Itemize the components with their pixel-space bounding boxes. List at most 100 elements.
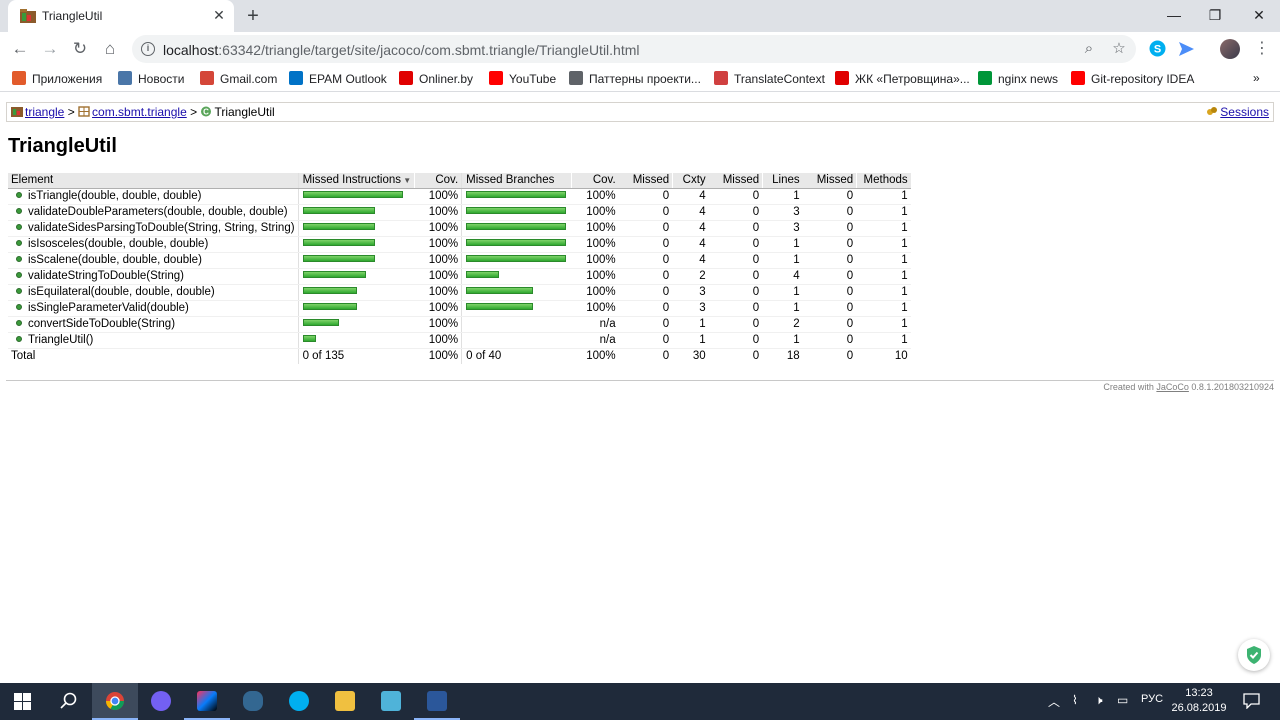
translate-icon <box>714 71 728 85</box>
method-icon <box>16 272 22 278</box>
chrome-menu-icon[interactable]: ⋮ <box>1254 38 1270 60</box>
element-cell[interactable]: validateSidesParsingToDouble(String, Str… <box>8 220 299 237</box>
window-close-button[interactable]: ✕ <box>1248 4 1270 26</box>
site-info-icon[interactable]: i <box>141 42 155 56</box>
windows-taskbar: ︿ ⌇ 🕨 ▭ РУС 13:23 26.08.2019 <box>0 683 1280 720</box>
bookmark-item[interactable]: Git-repository IDEA <box>1071 71 1194 87</box>
more-bookmarks-icon[interactable]: » <box>1253 71 1260 87</box>
minimize-button[interactable]: — <box>1163 4 1185 26</box>
url-text[interactable]: localhost:63342/triangle/target/site/jac… <box>163 42 640 58</box>
coverage-bar <box>466 287 534 294</box>
element-cell[interactable]: isScalene(double, double, double) <box>8 252 299 269</box>
notepad-taskbar-icon[interactable] <box>368 683 414 720</box>
sessions-link[interactable]: Sessions <box>1220 105 1269 119</box>
header-label: Lines <box>772 174 800 187</box>
forward-button[interactable]: → <box>39 38 61 60</box>
header-branch-cov[interactable]: Cov. <box>571 173 619 189</box>
bookmark-star-icon[interactable]: ☆ <box>1110 40 1128 58</box>
windows-start-icon[interactable] <box>0 683 46 720</box>
viber-taskbar-icon[interactable] <box>138 683 184 720</box>
bookmark-item[interactable]: Onliner.by <box>399 71 473 87</box>
word-taskbar-icon[interactable] <box>414 683 460 720</box>
wifi-icon[interactable]: ⌇ <box>1072 693 1078 707</box>
bookmark-item[interactable]: Приложения <box>12 71 102 87</box>
branch-cov-cell: 100% <box>571 220 619 237</box>
header-missed-methods[interactable]: Missed <box>802 173 857 189</box>
profile-avatar[interactable] <box>1220 39 1240 59</box>
tab-close-icon[interactable]: ✕ <box>211 7 227 23</box>
bookmark-item[interactable]: Gmail.com <box>200 71 277 87</box>
skype-extension-icon[interactable]: S <box>1149 40 1166 57</box>
missed-lines-cell: 0 <box>708 252 763 269</box>
clock[interactable]: 13:23 26.08.2019 <box>1166 686 1232 716</box>
element-cell[interactable]: isEquilateral(double, double, double) <box>8 284 299 301</box>
element-cell[interactable]: validateDoubleParameters(double, double,… <box>8 204 299 221</box>
element-cell[interactable]: convertSideToDouble(String) <box>8 316 299 333</box>
postgres-taskbar-icon[interactable] <box>230 683 276 720</box>
method-icon <box>16 256 22 262</box>
header-cxty[interactable]: Cxty <box>672 173 709 189</box>
notifications-icon[interactable] <box>1243 693 1260 709</box>
skype-taskbar-icon[interactable] <box>276 683 322 720</box>
bookmark-item[interactable]: TranslateContext <box>714 71 825 87</box>
methods-cell: 1 <box>856 220 911 237</box>
header-lines[interactable]: Lines <box>762 173 803 189</box>
header-label: Missed <box>722 174 760 187</box>
address-bar[interactable]: i localhost:63342/triangle/target/site/j… <box>132 35 1136 63</box>
missed-methods-cell: 0 <box>802 204 857 221</box>
header-instr-cov[interactable]: Cov. <box>414 173 462 189</box>
report-page: triangle > com.sbmt.triangle > C Triangle… <box>0 93 1280 683</box>
tab-title: TriangleUtil <box>42 9 103 23</box>
send-extension-icon[interactable] <box>1178 41 1195 57</box>
coverage-bar <box>302 255 375 262</box>
element-cell[interactable]: isIsosceles(double, double, double) <box>8 236 299 253</box>
bookmark-item[interactable]: EPAM Outlook <box>289 71 387 87</box>
missed-cxty-cell: 0 <box>618 300 673 317</box>
header-missed-lines[interactable]: Missed <box>708 173 763 189</box>
branch-cov-cell: 100% <box>571 188 619 205</box>
branches-bar-cell <box>461 268 572 285</box>
tray-expand-icon[interactable]: ︿ <box>1048 693 1060 710</box>
file-explorer-taskbar-icon[interactable] <box>322 683 368 720</box>
methods-cell: 1 <box>856 268 911 285</box>
security-shield-icon[interactable] <box>1238 639 1270 671</box>
intellij-taskbar-icon[interactable] <box>184 683 230 720</box>
volume-icon[interactable]: 🕨 <box>1095 693 1103 708</box>
home-button[interactable]: ⌂ <box>99 38 121 60</box>
breadcrumb-root-link[interactable]: triangle <box>25 105 64 119</box>
search-icon[interactable] <box>46 683 92 720</box>
element-cell[interactable]: validateStringToDouble(String) <box>8 268 299 285</box>
header-missed-branches[interactable]: Missed Branches <box>461 173 572 189</box>
reload-button[interactable]: ↻ <box>69 38 91 60</box>
header-element[interactable]: Element <box>8 173 299 189</box>
bookmark-item[interactable]: Паттерны проекти... <box>569 71 701 87</box>
back-button[interactable]: ← <box>9 38 31 60</box>
header-methods[interactable]: Methods <box>856 173 911 189</box>
bookmark-item[interactable]: ЖК «Петровщина»... <box>835 71 970 87</box>
language-indicator[interactable]: РУС <box>1141 693 1163 705</box>
method-name: isIsosceles(double, double, double) <box>28 238 209 250</box>
methods-cell: 1 <box>856 204 911 221</box>
restore-button[interactable]: ❐ <box>1204 4 1226 26</box>
breadcrumb-package-link[interactable]: com.sbmt.triangle <box>92 105 187 119</box>
chrome-taskbar-icon[interactable] <box>92 683 138 720</box>
jacoco-link[interactable]: JaCoCo <box>1156 382 1189 392</box>
header-missed-cxty[interactable]: Missed <box>618 173 673 189</box>
element-cell[interactable]: TriangleUtil() <box>8 332 299 349</box>
element-cell[interactable]: isSingleParameterValid(double) <box>8 300 299 317</box>
bookmark-item[interactable]: YouTube <box>489 71 556 87</box>
new-tab-button[interactable]: + <box>242 5 264 27</box>
element-cell[interactable]: isTriangle(double, double, double) <box>8 188 299 205</box>
battery-icon[interactable]: ▭ <box>1117 693 1128 707</box>
header-missed-instructions[interactable]: Missed Instructions ▼ <box>297 173 415 189</box>
header-label: Cov. <box>592 174 616 187</box>
outlook-icon <box>289 71 303 85</box>
tab-triangleutil[interactable]: TriangleUtil ✕ <box>8 0 234 32</box>
bookmark-label: Gmail.com <box>220 72 278 86</box>
bookmark-item[interactable]: Новости <box>118 71 184 87</box>
method-icon <box>16 224 22 230</box>
method-icon <box>16 192 22 198</box>
zoom-search-icon[interactable]: ⌕ <box>1080 40 1098 58</box>
lines-cell: 3 <box>762 220 803 237</box>
bookmark-item[interactable]: nginx news <box>978 71 1058 87</box>
